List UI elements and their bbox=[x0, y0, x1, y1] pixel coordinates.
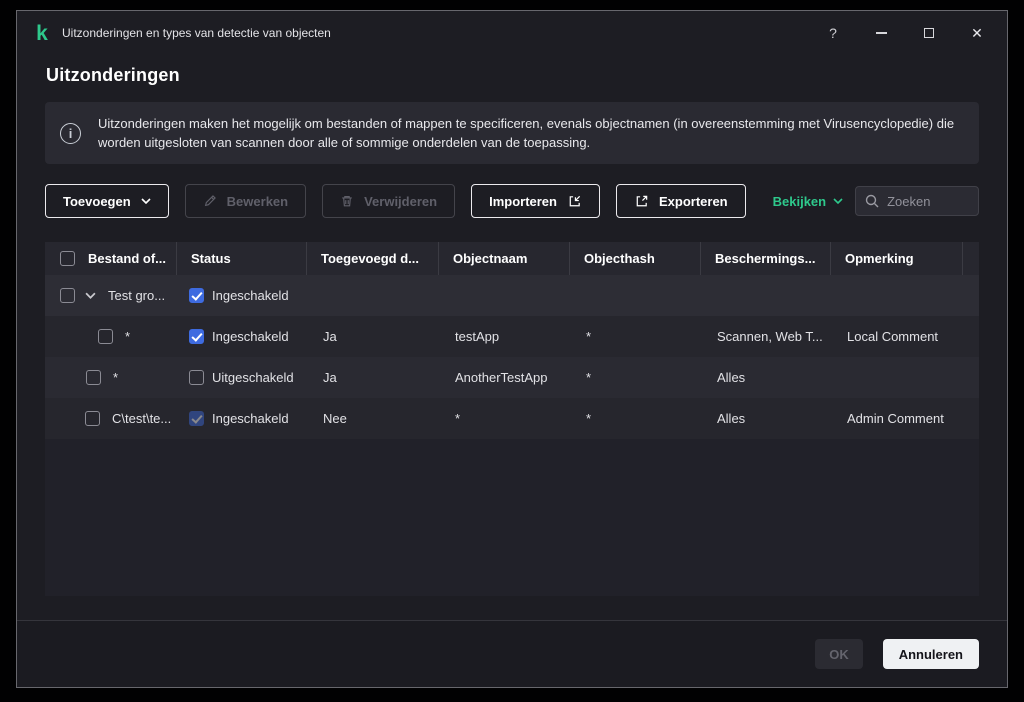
row-name: * bbox=[113, 370, 118, 385]
column-header-protection: Beschermings... bbox=[701, 242, 831, 275]
dialog-footer: OK Annuleren bbox=[17, 620, 1007, 687]
view-button-label: Bekijken bbox=[773, 194, 826, 209]
cell-comment: Admin Comment bbox=[847, 411, 944, 426]
exclusions-table: Bestand of... Status Toegevoegd d... Obj… bbox=[45, 242, 979, 596]
cell-protection: Alles bbox=[717, 370, 745, 385]
import-button-label: Importeren bbox=[489, 194, 557, 209]
row-name: * bbox=[125, 329, 130, 344]
exclusions-dialog-window: k Uitzonderingen en types van detectie v… bbox=[16, 10, 1008, 688]
table-row[interactable]: * Uitgeschakeld Ja AnotherTestApp * Alle… bbox=[45, 357, 979, 398]
cell-added-by: Nee bbox=[323, 411, 347, 426]
row-name: Test gro... bbox=[108, 288, 165, 303]
cell-added-by: Ja bbox=[323, 329, 337, 344]
column-header-object-hash: Objecthash bbox=[570, 242, 701, 275]
table-row[interactable]: * Ingeschakeld Ja testApp * Scannen, Web… bbox=[45, 316, 979, 357]
row-select-checkbox[interactable] bbox=[85, 411, 100, 426]
minimize-button[interactable] bbox=[865, 18, 897, 48]
edit-button[interactable]: Bewerken bbox=[185, 184, 306, 218]
pencil-icon bbox=[203, 194, 217, 208]
column-header-object-name: Objectnaam bbox=[439, 242, 570, 275]
chevron-down-icon bbox=[833, 198, 843, 204]
status-checkbox[interactable] bbox=[189, 370, 204, 385]
column-header-status: Status bbox=[177, 242, 307, 275]
cell-object-name: AnotherTestApp bbox=[455, 370, 548, 385]
view-button[interactable]: Bekijken bbox=[773, 194, 843, 209]
cell-object-hash: * bbox=[586, 329, 591, 344]
cell-protection: Scannen, Web T... bbox=[717, 329, 823, 344]
edit-button-label: Bewerken bbox=[227, 194, 288, 209]
row-select-checkbox[interactable] bbox=[86, 370, 101, 385]
cell-object-name: testApp bbox=[455, 329, 499, 344]
help-button[interactable]: ? bbox=[817, 18, 849, 48]
chevron-down-icon bbox=[141, 198, 151, 204]
close-button[interactable]: ✕ bbox=[961, 18, 993, 48]
cell-added-by: Ja bbox=[323, 370, 337, 385]
minimize-icon bbox=[876, 32, 887, 34]
close-icon: ✕ bbox=[971, 25, 983, 42]
chevron-down-icon[interactable] bbox=[85, 292, 96, 299]
titlebar: k Uitzonderingen en types van detectie v… bbox=[17, 11, 1007, 55]
export-icon bbox=[634, 194, 649, 209]
status-label: Ingeschakeld bbox=[212, 411, 289, 426]
select-all-checkbox[interactable] bbox=[60, 251, 75, 266]
cell-object-name: * bbox=[455, 411, 460, 426]
column-header-file: Bestand of... bbox=[45, 242, 177, 275]
window-title: Uitzonderingen en types van detectie van… bbox=[62, 26, 331, 40]
status-label: Uitgeschakeld bbox=[212, 370, 294, 385]
add-button[interactable]: Toevoegen bbox=[45, 184, 169, 218]
ok-button[interactable]: OK bbox=[815, 639, 863, 669]
cell-object-hash: * bbox=[586, 370, 591, 385]
info-text: Uitzonderingen maken het mogelijk om bes… bbox=[98, 114, 958, 152]
cell-comment: Local Comment bbox=[847, 329, 938, 344]
table-row[interactable]: C\test\te... Ingeschakeld Nee * * Alles … bbox=[45, 398, 979, 439]
table-row-group[interactable]: Test gro... Ingeschakeld bbox=[45, 275, 979, 316]
cell-object-hash: * bbox=[586, 411, 591, 426]
page-title: Uitzonderingen bbox=[46, 65, 1007, 86]
maximize-button[interactable] bbox=[913, 18, 945, 48]
row-name: C\test\te... bbox=[112, 411, 171, 426]
status-label: Ingeschakeld bbox=[212, 288, 289, 303]
row-select-checkbox[interactable] bbox=[60, 288, 75, 303]
search-box bbox=[855, 186, 979, 216]
delete-button-label: Verwijderen bbox=[364, 194, 437, 209]
window-controls: ? ✕ bbox=[801, 18, 993, 48]
toolbar: Toevoegen Bewerken Verwijderen Importere… bbox=[45, 184, 979, 218]
status-checkbox[interactable] bbox=[189, 288, 204, 303]
export-button-label: Exporteren bbox=[659, 194, 728, 209]
export-button[interactable]: Exporteren bbox=[616, 184, 746, 218]
column-header-file-label: Bestand of... bbox=[88, 251, 166, 266]
search-icon bbox=[864, 193, 880, 209]
info-icon: i bbox=[60, 123, 81, 144]
table-header-row: Bestand of... Status Toegevoegd d... Obj… bbox=[45, 242, 979, 275]
import-button[interactable]: Importeren bbox=[471, 184, 600, 218]
column-header-added-by: Toegevoegd d... bbox=[307, 242, 439, 275]
status-checkbox[interactable] bbox=[189, 329, 204, 344]
status-label: Ingeschakeld bbox=[212, 329, 289, 344]
add-button-label: Toevoegen bbox=[63, 194, 131, 209]
kaspersky-logo-icon: k bbox=[32, 23, 52, 44]
column-header-spacer bbox=[963, 242, 981, 275]
cancel-button[interactable]: Annuleren bbox=[883, 639, 979, 669]
delete-button[interactable]: Verwijderen bbox=[322, 184, 455, 218]
info-banner: i Uitzonderingen maken het mogelijk om b… bbox=[45, 102, 979, 164]
cell-protection: Alles bbox=[717, 411, 745, 426]
status-checkbox-locked[interactable] bbox=[189, 411, 204, 426]
import-icon bbox=[567, 194, 582, 209]
row-select-checkbox[interactable] bbox=[98, 329, 113, 344]
column-header-comment: Opmerking bbox=[831, 242, 963, 275]
trash-icon bbox=[340, 194, 354, 208]
maximize-icon bbox=[924, 28, 934, 38]
